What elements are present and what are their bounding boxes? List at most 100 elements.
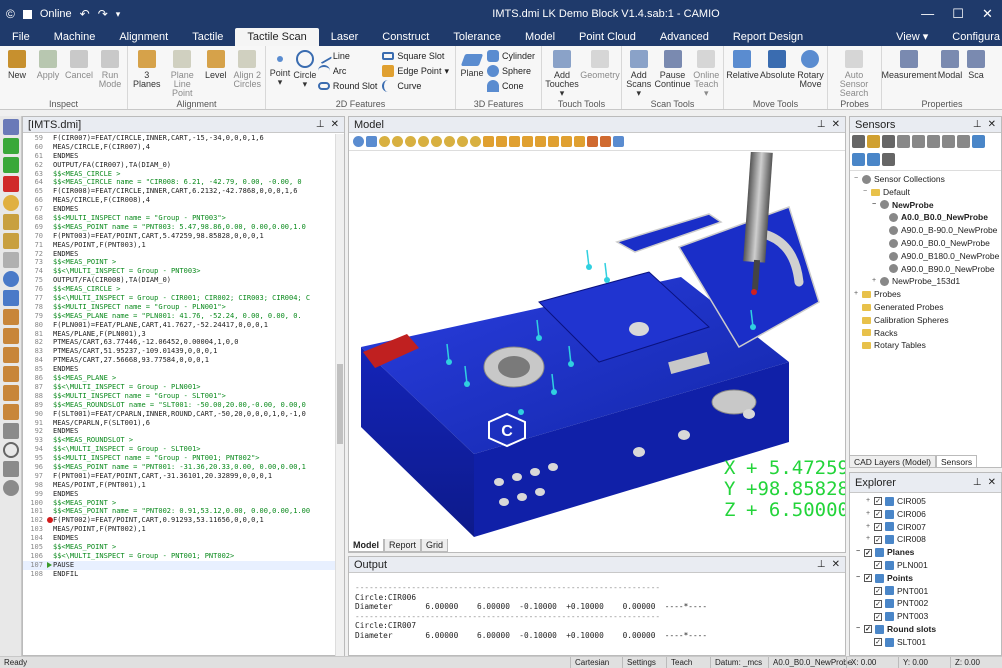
line-margin[interactable] [47, 347, 53, 356]
visibility-checkbox[interactable]: ✓ [864, 574, 872, 583]
code-line[interactable]: 76 $$<MEAS_CIRCLE > [23, 285, 336, 294]
code-line[interactable]: 102 F(PNT002)=FEAT/POINT,CART,0.91293,53.… [23, 516, 336, 525]
measure-3-icon[interactable] [2, 347, 19, 363]
line-margin[interactable] [47, 356, 53, 365]
probe-head-icon[interactable] [867, 135, 880, 148]
line-margin[interactable] [47, 570, 53, 579]
zoom-next-icon[interactable] [457, 136, 468, 147]
menu-tab[interactable]: Alignment [107, 28, 180, 46]
code-line[interactable]: 79 $$<MEAS_PLANE name = "PLN001: 41.76, -… [23, 312, 336, 321]
model-tab[interactable]: Grid [421, 539, 449, 552]
panel-close-icon[interactable]: ✕ [832, 119, 840, 130]
line-margin[interactable] [47, 543, 53, 552]
run-mode-button[interactable]: Run Mode [95, 48, 125, 98]
measure-2-icon[interactable] [2, 328, 19, 344]
breakpoint-icon[interactable] [2, 195, 19, 211]
sensor-tree-item[interactable]: + Probes [850, 288, 1001, 301]
pin-icon[interactable]: ⊥ [316, 119, 325, 130]
explorer-tree-item[interactable]: + ✓ CIR005 [850, 495, 1001, 508]
explorer-tree-item[interactable]: ✓ PNT001 [850, 585, 1001, 598]
view-top-icon[interactable] [483, 136, 494, 147]
modal-button[interactable]: Modal [935, 48, 965, 98]
measure-4-icon[interactable] [2, 366, 19, 382]
visibility-checkbox[interactable]: ✓ [864, 548, 872, 557]
code-line[interactable]: 64 $$<MEAS_CIRCLE name = "CIR008: 6.21, -… [23, 178, 336, 187]
cylinder-button[interactable]: Cylinder [486, 49, 539, 63]
auto-sensor-search-button[interactable]: Auto Sensor Search [830, 48, 878, 98]
expand-toggle[interactable]: + [866, 495, 874, 508]
code-line[interactable]: 92 ENDMES [23, 427, 336, 436]
probe-edit-icon[interactable] [942, 135, 955, 148]
explorer-tree-item[interactable]: + ✓ CIR006 [850, 508, 1001, 521]
expand-toggle[interactable]: + [854, 288, 862, 301]
expand-toggle[interactable]: + [866, 533, 874, 546]
measure-6-icon[interactable] [2, 404, 19, 420]
probe-delete-icon[interactable] [957, 135, 970, 148]
pin-icon[interactable]: ⊥ [973, 119, 982, 130]
expand-toggle[interactable]: − [856, 546, 864, 559]
stop-icon[interactable] [2, 176, 19, 192]
relative-button[interactable]: Relative [726, 48, 759, 98]
code-line[interactable]: 94 $$<\MULTI_INSPECT = Group - SLT001> [23, 445, 336, 454]
code-line[interactable]: 87 $$<\MULTI_INSPECT = Group - PLN001> [23, 383, 336, 392]
code-line[interactable]: 107 PAUSE [23, 560, 336, 570]
menu-tab[interactable]: Tactile [180, 28, 235, 46]
pause-continue-button[interactable]: Pause Continue [655, 48, 691, 98]
cancel-button[interactable]: Cancel [64, 48, 94, 98]
probe-config-icon[interactable] [897, 135, 910, 148]
visibility-checkbox[interactable]: ✓ [874, 586, 882, 595]
sensor-tree-item[interactable]: A90.0_B90.0_NewProbe [850, 263, 1001, 276]
code-line[interactable]: 93 $$<MEAS_ROUNDSLOT > [23, 436, 336, 445]
line-margin[interactable] [47, 401, 53, 410]
code-line[interactable]: 100 $$<MEAS_POINT > [23, 499, 336, 508]
explorer-tree-item[interactable]: ✓ PLN001 [850, 559, 1001, 572]
code-line[interactable]: 90 F(SLT001)=FEAT/CPARLN,INNER,ROUND,CART… [23, 410, 336, 419]
run-icon[interactable] [2, 138, 19, 154]
scroll-thumb[interactable] [337, 364, 343, 444]
code-line[interactable]: 75 OUTPUT/FA(CIR008),TA(DIAM_0) [23, 276, 336, 285]
line-margin[interactable] [47, 499, 53, 508]
probe-copy-icon[interactable] [927, 135, 940, 148]
code-line[interactable]: 95 $$<MULTI_INSPECT name = "Group - PNT00… [23, 454, 336, 463]
customize-dropdown-icon[interactable]: ▾ [116, 9, 121, 20]
code-line[interactable]: 85 ENDMES [23, 365, 336, 374]
close-button[interactable]: ✕ [982, 6, 993, 22]
zoom-prev-icon[interactable] [444, 136, 455, 147]
pick-icon[interactable] [2, 290, 19, 306]
code-line[interactable]: 80 F(PLN001)=FEAT/PLANE,CART,41.7627,-52.… [23, 321, 336, 330]
code-line[interactable]: 88 $$<MULTI_INSPECT name = "Group - SLT00… [23, 392, 336, 401]
view-iso-2-icon[interactable] [574, 136, 585, 147]
save-icon[interactable] [2, 119, 19, 135]
view-menu[interactable]: View ▾ [884, 28, 940, 46]
probe-star-icon[interactable] [882, 152, 895, 166]
code-line[interactable]: 67 ENDMES [23, 205, 336, 214]
code-line[interactable]: 62 OUTPUT/FA(CIR007),TA(DIAM_0) [23, 161, 336, 170]
code-line[interactable]: 89 $$<MEAS_ROUNDSLOT name = "SLT001: -50.… [23, 401, 336, 410]
expand-toggle[interactable]: − [863, 186, 871, 199]
tool-icon[interactable] [2, 461, 19, 477]
sensor-tree-item[interactable]: Calibration Spheres [850, 314, 1001, 327]
line-margin[interactable] [47, 285, 53, 294]
view-bottom-icon[interactable] [548, 136, 559, 147]
curve-button[interactable]: Curve [382, 79, 453, 93]
sensor-tree-item[interactable]: + NewProbe_153d1 [850, 275, 1001, 288]
sphere-button[interactable]: Sphere [486, 64, 539, 78]
plane-line-point-button[interactable]: Plane Line Point [164, 48, 199, 98]
code-line[interactable]: 84 PTMEAS/CART,27.56668,93.77584,0,0,0,1 [23, 356, 336, 365]
apply-button[interactable]: Apply [33, 48, 63, 98]
sensor-tree-item[interactable]: Rotary Tables [850, 339, 1001, 352]
expand-toggle[interactable]: − [854, 173, 862, 186]
code-line[interactable]: 68 $$<MULTI_INSPECT name = "Group - PNT00… [23, 214, 336, 223]
expand-toggle[interactable]: − [856, 572, 864, 585]
code-line[interactable]: 72 ENDMES [23, 250, 336, 259]
visibility-checkbox[interactable]: ✓ [874, 535, 882, 544]
visibility-checkbox[interactable]: ✓ [874, 612, 882, 621]
cad-viewport[interactable]: C X + 5.47259 Y +98.85828 Z + 6.50000 [349, 152, 845, 552]
step-icon[interactable] [2, 157, 19, 173]
online-checkbox[interactable] [22, 9, 32, 19]
scan-properties-button[interactable]: Sca [966, 48, 986, 98]
menu-tab[interactable]: Point Cloud [567, 28, 648, 46]
visibility-checkbox[interactable]: ✓ [874, 638, 882, 647]
zoom-fit-icon[interactable] [470, 136, 481, 147]
code-line[interactable]: 81 MEAS/PLANE,F(PLN001),3 [23, 330, 336, 339]
